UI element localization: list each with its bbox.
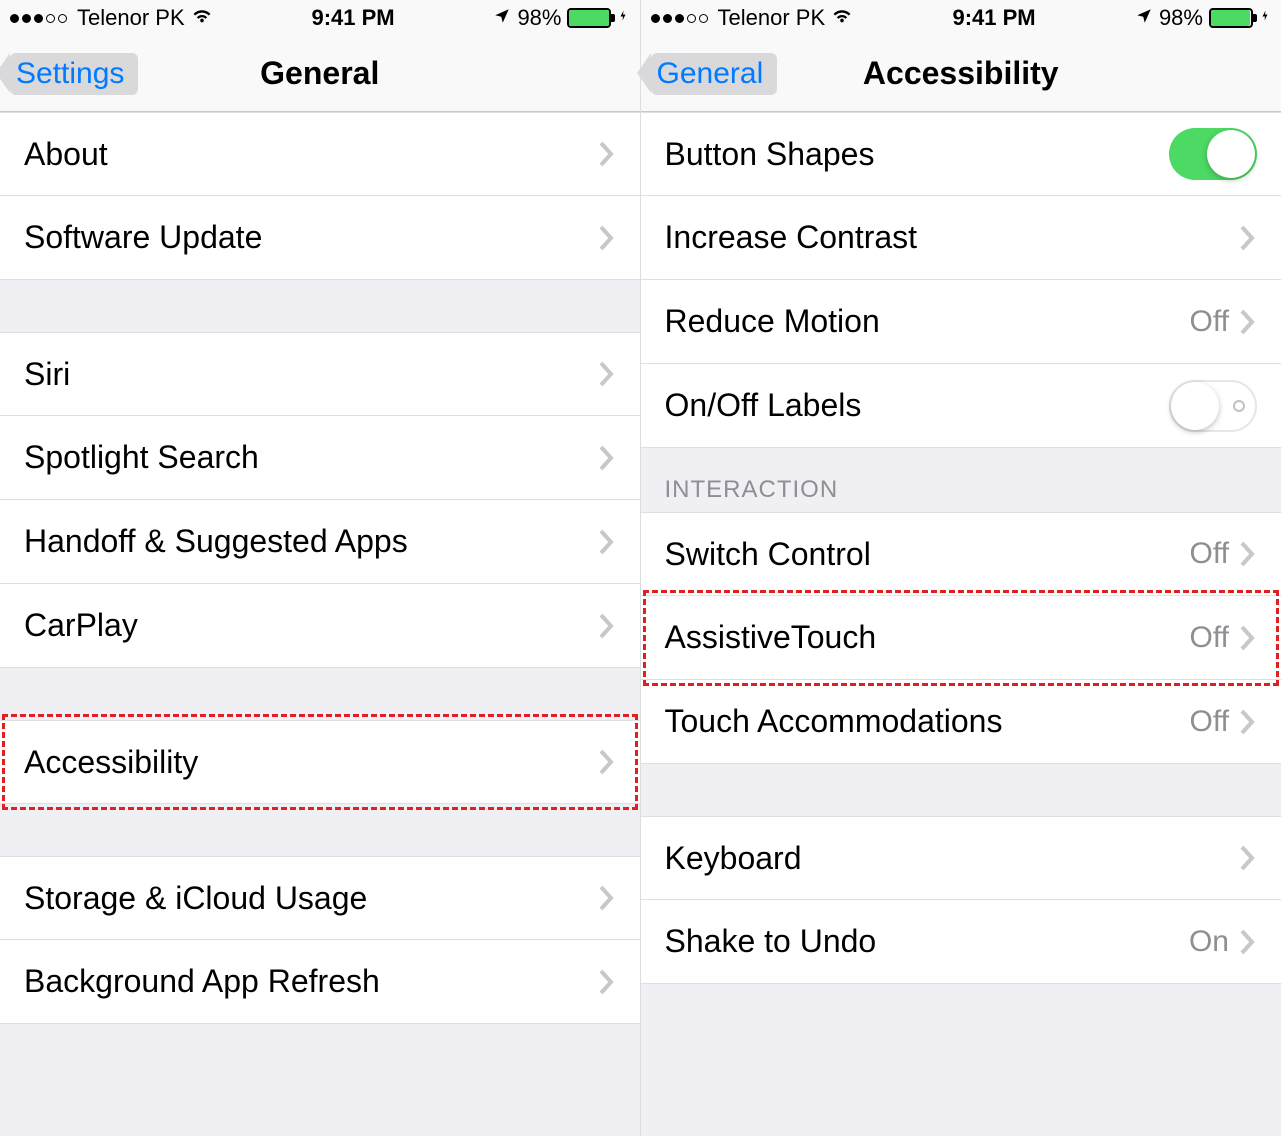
charging-icon [617, 5, 629, 31]
signal-strength-icon [651, 14, 708, 23]
status-left: Telenor PK [651, 4, 854, 32]
row-carplay[interactable]: CarPlay [0, 584, 640, 668]
screen-general: Telenor PK 9:41 PM 98% Settings General … [0, 0, 641, 1136]
row-label: Shake to Undo [665, 923, 1189, 960]
row-label: Siri [24, 356, 598, 393]
row-label: Keyboard [665, 840, 1240, 877]
chevron-right-icon [1239, 224, 1257, 252]
chevron-right-icon [598, 748, 616, 776]
chevron-right-icon [598, 224, 616, 252]
chevron-right-icon [1239, 540, 1257, 568]
row-label: Handoff & Suggested Apps [24, 523, 598, 560]
chevron-right-icon [598, 884, 616, 912]
section-gap [0, 668, 640, 720]
battery-icon [567, 8, 611, 28]
status-bar: Telenor PK 9:41 PM 98% [0, 0, 640, 36]
row-spotlight-search[interactable]: Spotlight Search [0, 416, 640, 500]
screen-accessibility: Telenor PK 9:41 PM 98% General Accessibi… [641, 0, 1281, 1136]
row-value: Off [1190, 305, 1229, 339]
row-on-off-labels[interactable]: On/Off Labels [641, 364, 1281, 448]
row-siri[interactable]: Siri [0, 332, 640, 416]
chevron-right-icon [598, 528, 616, 556]
section-gap [0, 280, 640, 332]
back-button[interactable]: General [651, 53, 778, 95]
wifi-icon [191, 4, 213, 32]
row-label: AssistiveTouch [665, 619, 1190, 656]
accessibility-table: Button Shapes Increase Contrast Reduce M… [641, 112, 1281, 1136]
chevron-right-icon [1239, 928, 1257, 956]
nav-bar: Settings General [0, 36, 640, 112]
chevron-right-icon [598, 360, 616, 388]
chevron-right-icon [1239, 308, 1257, 336]
back-label: General [657, 57, 764, 91]
nav-bar: General Accessibility [641, 36, 1281, 112]
row-value: Off [1190, 537, 1229, 571]
row-accessibility[interactable]: Accessibility [0, 720, 640, 804]
row-value: Off [1190, 621, 1229, 655]
row-background-app-refresh[interactable]: Background App Refresh [0, 940, 640, 1024]
back-label: Settings [16, 57, 124, 91]
row-label: Increase Contrast [665, 219, 1240, 256]
carrier-label: Telenor PK [77, 5, 185, 31]
chevron-right-icon [1239, 624, 1257, 652]
wifi-icon [831, 4, 853, 32]
row-label: Background App Refresh [24, 963, 598, 1000]
row-value: On [1189, 925, 1229, 959]
row-label: On/Off Labels [665, 387, 1170, 424]
row-keyboard[interactable]: Keyboard [641, 816, 1281, 900]
row-button-shapes[interactable]: Button Shapes [641, 112, 1281, 196]
row-label: Switch Control [665, 536, 1190, 573]
toggle-button-shapes[interactable] [1169, 128, 1257, 180]
chevron-right-icon [598, 968, 616, 996]
row-label: Button Shapes [665, 136, 1170, 173]
chevron-right-icon [1239, 844, 1257, 872]
chevron-right-icon [1239, 708, 1257, 736]
battery-percent: 98% [1159, 5, 1203, 31]
battery-percent: 98% [517, 5, 561, 31]
section-gap [0, 804, 640, 856]
back-button[interactable]: Settings [10, 53, 138, 95]
row-increase-contrast[interactable]: Increase Contrast [641, 196, 1281, 280]
row-touch-accommodations[interactable]: Touch Accommodations Off [641, 680, 1281, 764]
row-switch-control[interactable]: Switch Control Off [641, 512, 1281, 596]
row-label: Accessibility [24, 744, 598, 781]
status-right: 98% [493, 5, 629, 31]
status-time: 9:41 PM [952, 5, 1035, 31]
row-label: Software Update [24, 219, 598, 256]
carrier-label: Telenor PK [718, 5, 826, 31]
location-icon [493, 5, 511, 31]
row-label: Spotlight Search [24, 439, 598, 476]
row-shake-to-undo[interactable]: Shake to Undo On [641, 900, 1281, 984]
row-label: Storage & iCloud Usage [24, 880, 598, 917]
battery-icon [1209, 8, 1253, 28]
signal-strength-icon [10, 14, 67, 23]
chevron-right-icon [598, 612, 616, 640]
status-bar: Telenor PK 9:41 PM 98% [641, 0, 1281, 36]
section-gap [641, 764, 1281, 816]
row-storage-icloud[interactable]: Storage & iCloud Usage [0, 856, 640, 940]
row-handoff[interactable]: Handoff & Suggested Apps [0, 500, 640, 584]
settings-table: About Software Update Siri Spotlight Sea… [0, 112, 640, 1136]
row-label: CarPlay [24, 607, 598, 644]
section-header-interaction: INTERACTION [641, 448, 1281, 512]
toggle-on-off-labels[interactable] [1169, 380, 1257, 432]
row-label: Reduce Motion [665, 303, 1190, 340]
row-reduce-motion[interactable]: Reduce Motion Off [641, 280, 1281, 364]
row-label: About [24, 136, 598, 173]
status-right: 98% [1135, 5, 1271, 31]
row-about[interactable]: About [0, 112, 640, 196]
row-assistivetouch[interactable]: AssistiveTouch Off [641, 596, 1281, 680]
row-software-update[interactable]: Software Update [0, 196, 640, 280]
chevron-right-icon [598, 444, 616, 472]
location-icon [1135, 5, 1153, 31]
chevron-right-icon [598, 140, 616, 168]
charging-icon [1259, 5, 1271, 31]
status-time: 9:41 PM [311, 5, 394, 31]
row-value: Off [1190, 705, 1229, 739]
status-left: Telenor PK [10, 4, 213, 32]
row-label: Touch Accommodations [665, 703, 1190, 740]
